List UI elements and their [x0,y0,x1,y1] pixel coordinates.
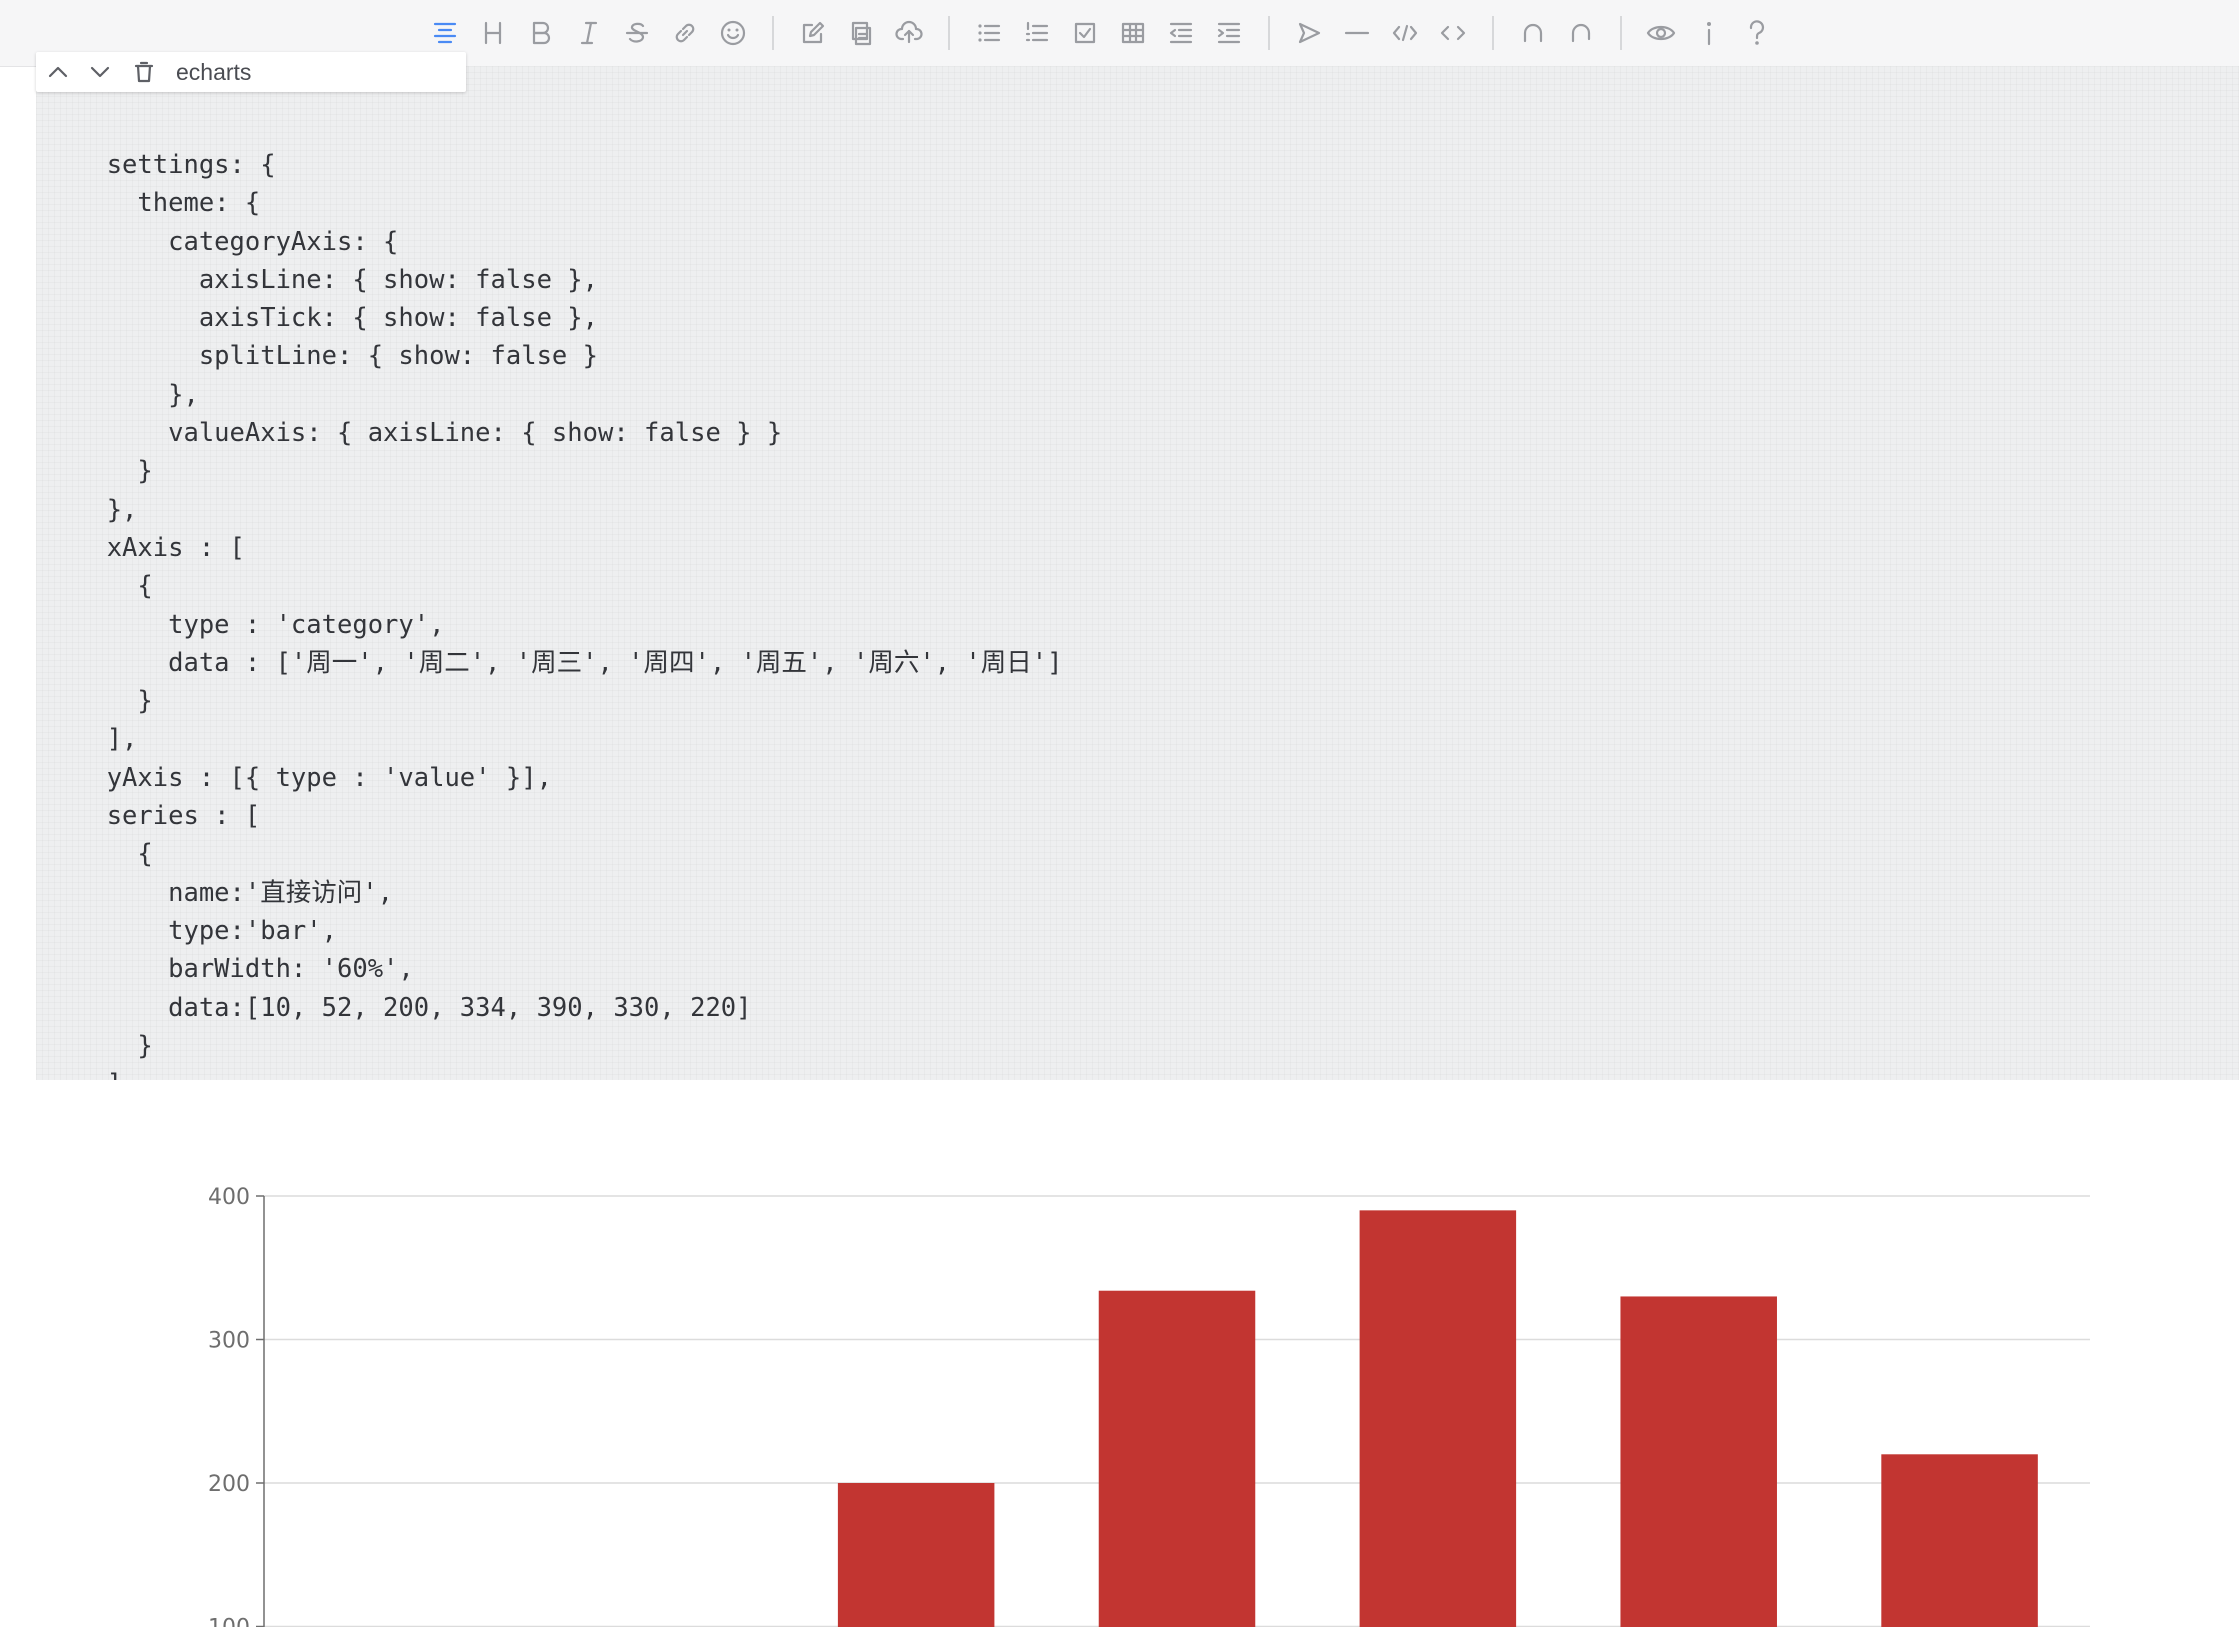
y-tick-label: 100 [208,1616,250,1627]
code-line: valueAxis: { axisLine: { show: false } } [76,418,783,449]
info-icon[interactable] [1690,14,1728,52]
code-line: axisTick: { show: false }, [76,303,598,334]
table-icon[interactable] [1114,14,1152,52]
help-icon[interactable] [1738,14,1776,52]
bar-6 [1881,1454,2038,1627]
move-up-icon[interactable] [42,56,74,88]
y-tick-label: 400 [208,1185,250,1210]
bar-chart-svg: 100 200 300 400 [208,1185,2090,1627]
code-line: splitLine: { show: false } [76,341,598,372]
code-line: data : ['周一', '周二', '周三', '周四', '周五', '周… [76,647,1063,678]
toolbar-separator [1492,16,1494,50]
toolbar-separator [1620,16,1622,50]
code-line: ], [76,724,138,755]
bold-icon[interactable] [522,14,560,52]
code-line: { [76,571,153,602]
code-line: axisLine: { show: false }, [76,264,598,295]
code-line: data:[10, 52, 200, 334, 390, 330, 220] [76,992,752,1023]
code-line: { [76,839,153,870]
ordered-list-icon[interactable] [1018,14,1056,52]
check-list-icon[interactable] [1066,14,1104,52]
quote-icon[interactable] [1290,14,1328,52]
y-tick-label: 300 [208,1329,250,1354]
toolbar-separator [1268,16,1270,50]
indent-icon[interactable] [1210,14,1248,52]
toolbar-separator [772,16,774,50]
align-center-icon[interactable] [426,14,464,52]
y-tick-label: 200 [208,1472,250,1497]
outdent-icon[interactable] [1162,14,1200,52]
header-icon[interactable] [474,14,512,52]
code-line: type:'bar', [76,915,337,946]
code-line: }, [76,379,199,410]
edit-mode-icon[interactable] [794,14,832,52]
italic-icon[interactable] [570,14,608,52]
strikethrough-icon[interactable] [618,14,656,52]
bar-4 [1359,1210,1517,1627]
move-down-icon[interactable] [84,56,116,88]
code-line: barWidth: '60%', [76,954,414,985]
inline-code-icon[interactable] [1434,14,1472,52]
code-block[interactable]: settings: { theme: { categoryAxis: { axi… [36,66,2239,1137]
bar-5 [1620,1296,1777,1627]
code-line: } [76,1030,153,1061]
code-line: type : 'category', [76,609,445,640]
code-content[interactable]: settings: { theme: { categoryAxis: { axi… [76,146,1062,1142]
redo-icon[interactable] [1562,14,1600,52]
delete-icon[interactable] [128,56,160,88]
code-line: yAxis : [{ type : 'value' }], [76,762,552,793]
code-language-label[interactable]: echarts [176,59,251,86]
both-mode-icon[interactable] [842,14,880,52]
toolbar-separator [948,16,950,50]
bar-3 [1098,1290,1256,1627]
code-line: categoryAxis: { [76,226,399,257]
horizontal-rule-icon[interactable] [1338,14,1376,52]
preview-icon[interactable] [1642,14,1680,52]
code-line: settings: { [76,150,276,180]
link-icon[interactable] [666,14,704,52]
code-line: xAxis : [ [76,532,245,563]
undo-icon[interactable] [1514,14,1552,52]
code-line: name:'直接访问', [76,877,393,908]
bar-2 [837,1483,995,1627]
code-line: series : [ [76,801,261,832]
emoji-icon[interactable] [714,14,752,52]
code-line: theme: { [76,188,261,219]
code-block-header: echarts [36,52,466,92]
code-line: } [76,686,153,717]
code-line: }, [76,494,138,525]
code-icon[interactable] [1386,14,1424,52]
upload-icon[interactable] [890,14,928,52]
bullet-list-icon[interactable] [970,14,1008,52]
bar-chart: 100 200 300 400 [0,1080,2239,1627]
code-line: } [76,456,153,487]
